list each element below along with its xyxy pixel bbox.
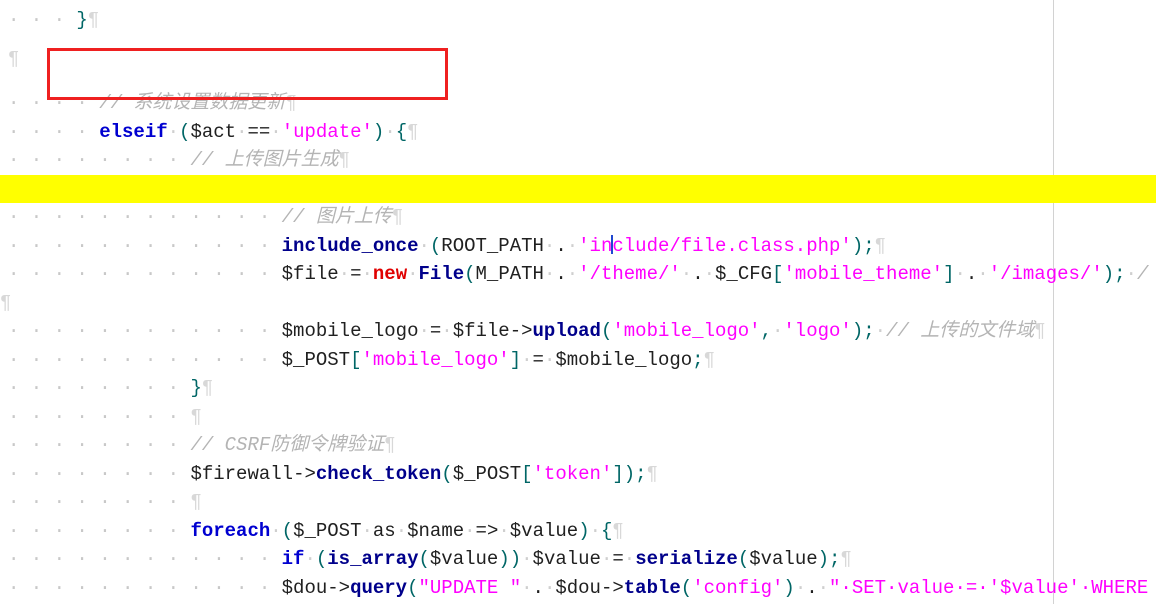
code-line[interactable]: · · · · // 系统设置数据更新¶ (0, 32, 1156, 114)
code-line[interactable]: · · · · · · · · }¶ (0, 317, 1156, 399)
code-editor-viewport[interactable]: · · · }¶ ¶ · · · · // 系统设置数据更新¶ · · · · … (0, 0, 1156, 604)
code-line[interactable]: · · · }¶ (0, 0, 1156, 30)
code-line[interactable]: · · · · · · · · · · · · if·(is_array($va… (0, 488, 1156, 570)
code-line[interactable]: · · · · · · · · }¶ (0, 545, 1156, 574)
code-line[interactable]: · · · · · · · · // 上传图片生成¶ (0, 89, 1156, 171)
code-line-highlighted[interactable]: · · · · · · · · · · · · include_once·(RO… (0, 174, 1156, 257)
code-line[interactable]: · · · · · · · · $firewall->check_token($… (0, 403, 1156, 485)
code-line[interactable]: · · · · · · · · · · · · // 图片上传¶ (0, 146, 1156, 228)
code-line[interactable]: · · · · · · · · if·($_FILES['mobile_logo… (0, 118, 1156, 200)
code-line[interactable]: · · · · elseif·($act·==·'update')·{¶ (0, 61, 1156, 143)
code-line[interactable]: ¶ (0, 14, 1156, 69)
code-line[interactable]: · · · · · · · · ¶ (0, 346, 1156, 428)
code-line[interactable]: · · · · · · · · // CSRF防御令牌验证¶ (0, 374, 1156, 456)
code-line[interactable]: · · · · · · · · ¶ (0, 574, 1156, 603)
code-line[interactable]: · · · · · · · · · · · · $mobile_logo·=·$… (0, 260, 1156, 342)
code-line[interactable]: · · · · · · · · ¶ (0, 431, 1156, 513)
code-line[interactable]: · · · · · · · · · · · · $file·=·new·File… (0, 203, 1156, 285)
code-line[interactable]: ¶ (0, 232, 1156, 314)
code-lines-container[interactable]: · · · }¶ ¶ · · · · // 系统设置数据更新¶ · · · · … (0, 0, 1156, 604)
code-line[interactable]: · · · · · · · · · · · · $dou->query("UPD… (0, 517, 1156, 599)
code-line[interactable]: · · · · · · · · foreach·($_POST·as·$name… (0, 460, 1156, 542)
code-line[interactable]: · · · · · · · · · · · · $_POST['mobile_l… (0, 289, 1156, 371)
